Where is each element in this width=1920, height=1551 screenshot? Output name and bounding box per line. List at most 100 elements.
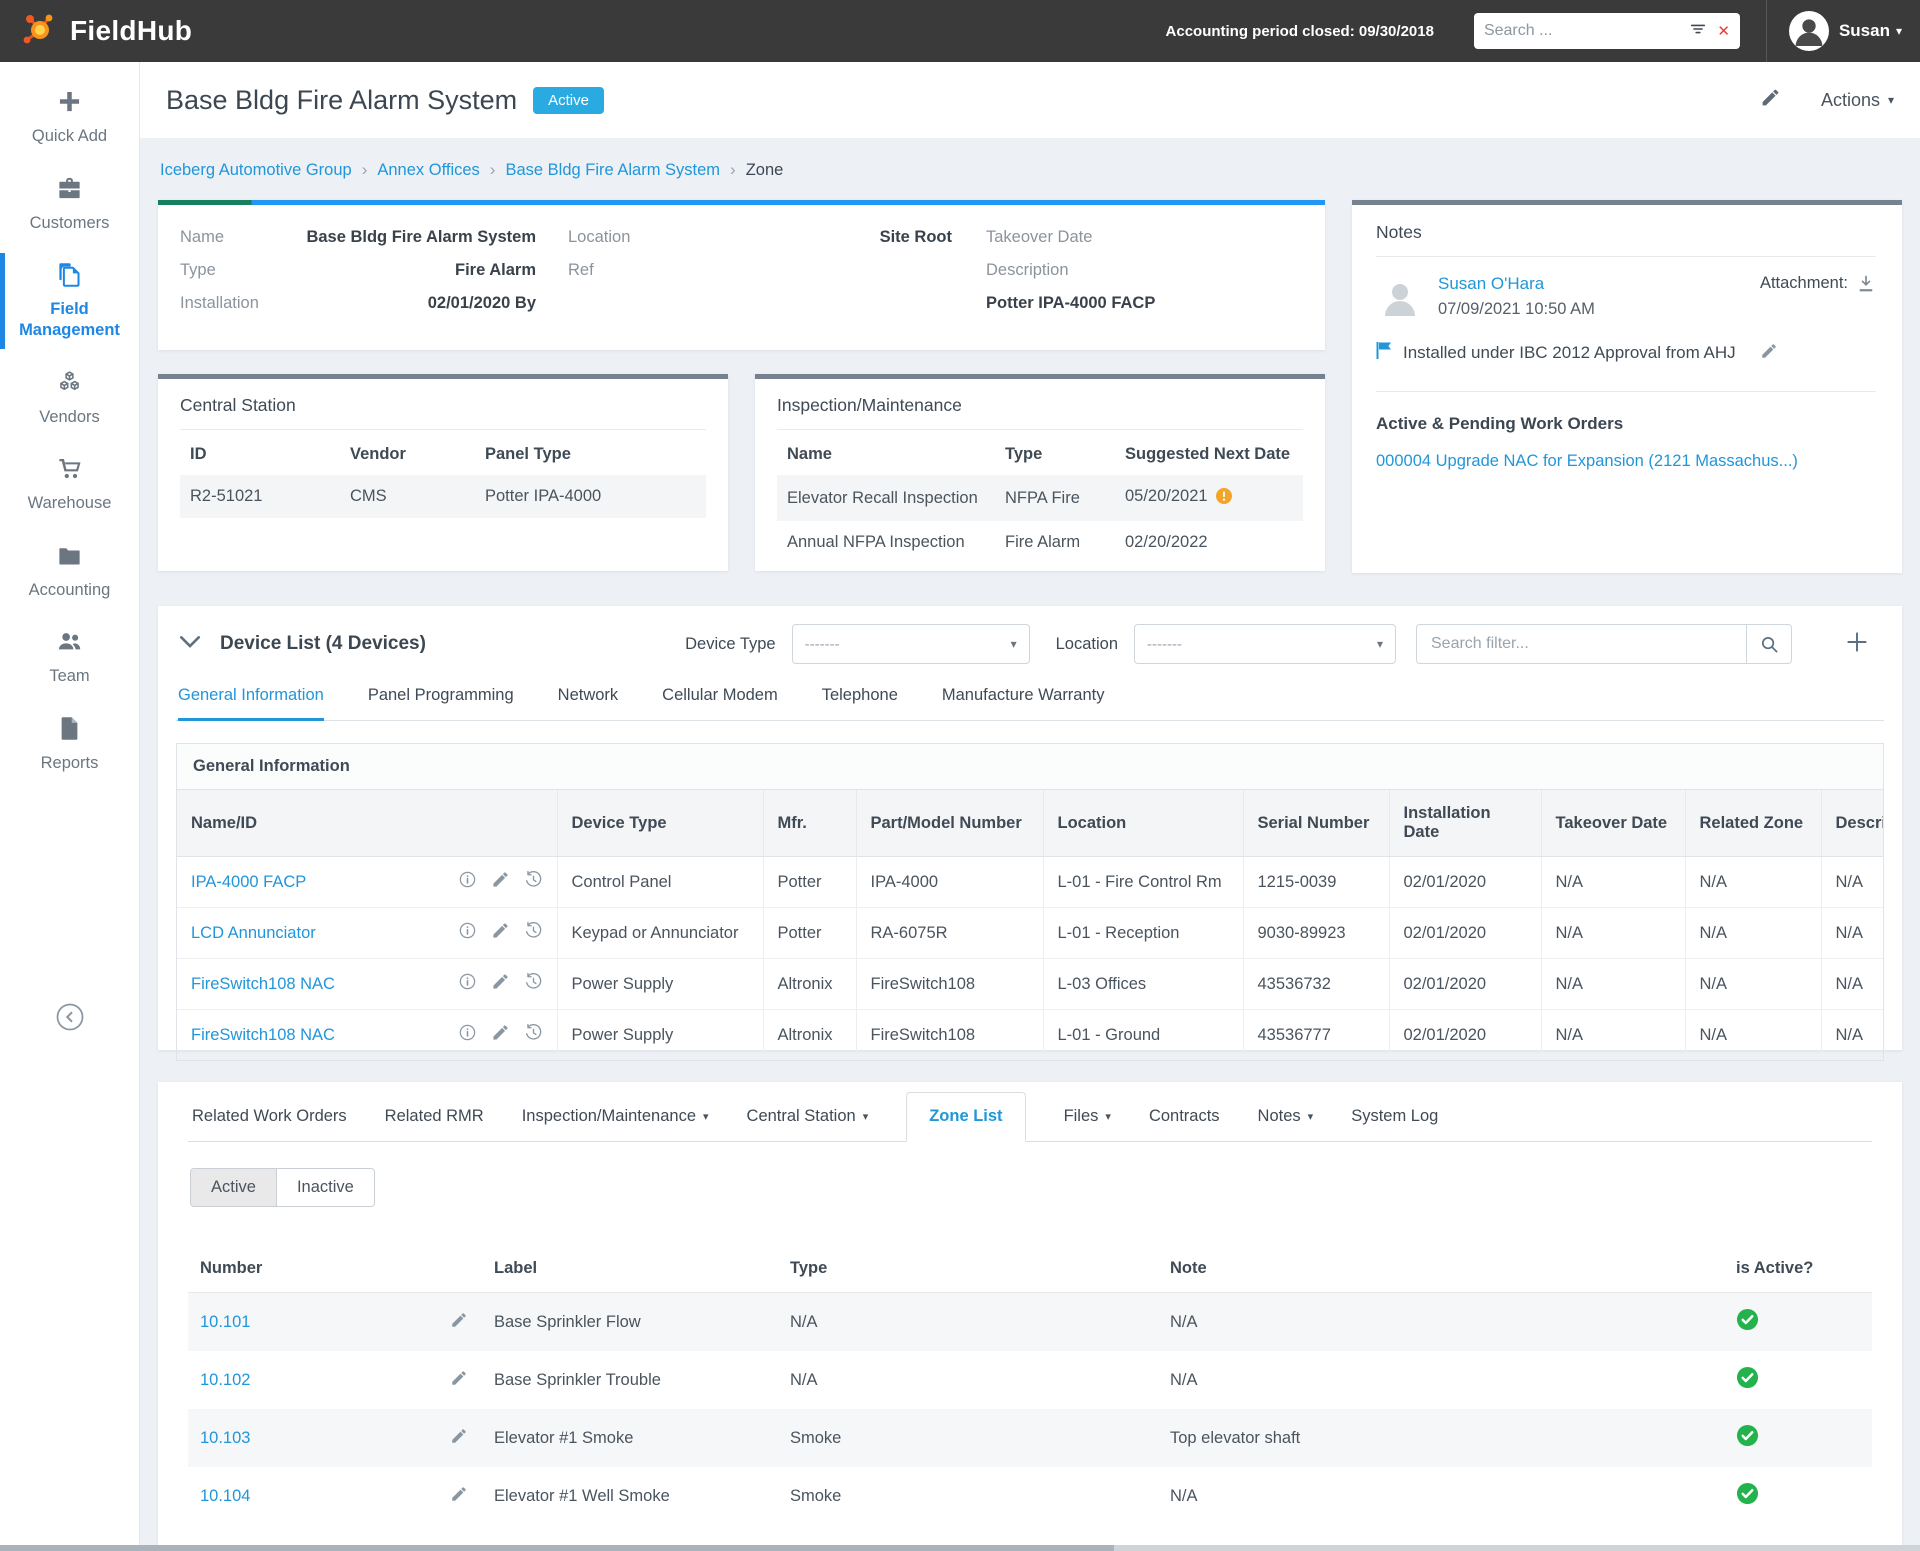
work-order-link[interactable]: 000004 Upgrade NAC for Expansion (2121 M…	[1376, 452, 1876, 471]
tab-manufacture-warranty[interactable]: Manufacture Warranty	[942, 686, 1105, 720]
table-row[interactable]: Elevator Recall Inspection NFPA Fire 05/…	[777, 475, 1303, 521]
history-icon[interactable]	[524, 870, 543, 894]
device-link[interactable]: FireSwitch108 NAC	[191, 1026, 335, 1045]
info-icon[interactable]	[458, 921, 477, 945]
caret-down-icon: ▾	[1887, 93, 1894, 107]
sidebar-item-vendors[interactable]: Vendors	[0, 369, 139, 428]
device-list-title: Device List (4 Devices)	[220, 633, 426, 654]
info-icon[interactable]	[458, 870, 477, 894]
field-value-installation: 02/01/2020 By	[427, 294, 536, 312]
tab-related-work-orders[interactable]: Related Work Orders	[192, 1093, 347, 1141]
device-row: IPA-4000 FACP Control Panel Potter IPA-4…	[177, 856, 1883, 908]
sidebar-item-warehouse[interactable]: Warehouse	[0, 455, 139, 514]
zone-number-link[interactable]: 10.102	[200, 1371, 250, 1389]
search-filter-icon[interactable]	[1689, 20, 1707, 43]
column-header: Mfr.	[763, 790, 857, 857]
breadcrumb-link-system[interactable]: Base Bldg Fire Alarm System	[505, 161, 720, 180]
fieldhub-logo-icon	[18, 7, 62, 56]
info-icon[interactable]	[458, 1023, 477, 1047]
tab-telephone[interactable]: Telephone	[822, 686, 898, 720]
toggle-active-button[interactable]: Active	[191, 1169, 277, 1206]
active-check-icon	[1736, 1482, 1759, 1509]
info-icon[interactable]	[458, 972, 477, 996]
user-name[interactable]: Susan	[1839, 21, 1890, 41]
topbar-divider	[1765, 0, 1767, 62]
device-search-input[interactable]	[1416, 624, 1746, 664]
tab-contracts[interactable]: Contracts	[1149, 1093, 1220, 1141]
sidebar-collapse-button[interactable]	[55, 1002, 85, 1037]
breadcrumb-link-customer[interactable]: Iceberg Automotive Group	[160, 161, 352, 180]
scrollbar-thumb[interactable]	[0, 1545, 1114, 1551]
collapse-chevron-down-icon[interactable]	[176, 628, 204, 661]
table-row[interactable]: Annual NFPA Inspection Fire Alarm 02/20/…	[777, 521, 1303, 564]
device-link[interactable]: FireSwitch108 NAC	[191, 975, 335, 994]
tab-files[interactable]: Files ▾	[1064, 1093, 1111, 1141]
edit-zone-pencil-icon[interactable]	[450, 1428, 468, 1449]
user-avatar[interactable]	[1788, 11, 1829, 51]
add-device-plus-icon[interactable]	[1844, 629, 1870, 660]
horizontal-scrollbar[interactable]	[0, 1545, 1920, 1551]
caret-down-icon: ▾	[862, 1111, 869, 1123]
tab-network[interactable]: Network	[558, 686, 619, 720]
device-link[interactable]: LCD Annunciator	[191, 924, 316, 943]
tab-central-station[interactable]: Central Station ▾	[747, 1093, 869, 1141]
note-author-link[interactable]: Susan O'Hara	[1438, 274, 1544, 293]
tab-inspection-maintenance[interactable]: Inspection/Maintenance ▾	[522, 1093, 709, 1141]
tab-notes[interactable]: Notes ▾	[1258, 1093, 1314, 1141]
sidebar-item-accounting[interactable]: Accounting	[0, 542, 139, 601]
global-search-input[interactable]	[1483, 22, 1690, 40]
device-type-select[interactable]: ------- ▾	[791, 624, 1030, 664]
download-icon[interactable]	[1856, 274, 1876, 299]
brand-logo[interactable]: FieldHub	[18, 7, 192, 56]
tab-cellular-modem[interactable]: Cellular Modem	[662, 686, 778, 720]
user-menu-caret-icon[interactable]: ▾	[1896, 24, 1902, 38]
tab-zone-list[interactable]: Zone List	[906, 1092, 1026, 1142]
central-station-title: Central Station	[180, 395, 296, 415]
tab-related-rmr[interactable]: Related RMR	[385, 1093, 484, 1141]
edit-pencil-icon[interactable]	[491, 921, 510, 945]
history-icon[interactable]	[524, 972, 543, 996]
table-row[interactable]: R2-51021 CMS Potter IPA-4000	[180, 475, 706, 518]
note-timestamp: 07/09/2021 10:50 AM	[1438, 300, 1595, 318]
tab-system-log[interactable]: System Log	[1351, 1093, 1438, 1141]
inspection-table: Name Type Suggested Next Date Elevator R…	[777, 432, 1303, 564]
history-icon[interactable]	[524, 1023, 543, 1047]
zone-number-link[interactable]: 10.104	[200, 1487, 250, 1505]
location-select[interactable]: ------- ▾	[1134, 624, 1396, 664]
edit-zone-pencil-icon[interactable]	[450, 1486, 468, 1507]
page-title: Base Bldg Fire Alarm System	[166, 84, 518, 115]
breadcrumb-link-site[interactable]: Annex Offices	[377, 161, 479, 180]
users-icon	[56, 633, 83, 659]
sidebar-item-quick-add[interactable]: Quick Add	[0, 88, 139, 147]
history-icon[interactable]	[524, 921, 543, 945]
edit-zone-pencil-icon[interactable]	[450, 1312, 468, 1333]
column-header: Takeover Date	[1541, 790, 1686, 857]
field-label-description: Description	[986, 261, 1069, 279]
column-header: ID	[190, 445, 207, 463]
tab-panel-programming[interactable]: Panel Programming	[368, 686, 514, 720]
app-root: FieldHub Accounting period closed: 09/30…	[0, 0, 1920, 1551]
edit-pencil-icon[interactable]	[491, 972, 510, 996]
device-link[interactable]: IPA-4000 FACP	[191, 873, 306, 892]
zone-number-link[interactable]: 10.103	[200, 1429, 250, 1447]
edit-pencil-icon[interactable]	[491, 870, 510, 894]
device-search-button[interactable]	[1746, 624, 1792, 664]
tab-general-information[interactable]: General Information	[178, 686, 324, 721]
edit-note-pencil-icon[interactable]	[1760, 342, 1778, 365]
sidebar-item-team[interactable]: Team	[0, 628, 139, 687]
sidebar-item-customers[interactable]: Customers	[0, 175, 139, 234]
zone-number-link[interactable]: 10.101	[200, 1313, 250, 1331]
folder-icon	[56, 547, 83, 573]
sidebar-item-reports[interactable]: Reports	[0, 715, 139, 774]
search-clear-icon[interactable]: ✕	[1717, 22, 1730, 40]
active-check-icon	[1736, 1366, 1759, 1393]
actions-button[interactable]: Actions ▾	[1821, 90, 1894, 111]
global-search: ✕	[1473, 13, 1740, 49]
sidebar-item-field-management[interactable]: Field Management	[0, 253, 139, 349]
edit-page-pencil-icon[interactable]	[1760, 87, 1781, 113]
edit-pencil-icon[interactable]	[491, 1023, 510, 1047]
edit-zone-pencil-icon[interactable]	[450, 1370, 468, 1391]
note-author-avatar	[1376, 274, 1424, 327]
section-title: General Information	[177, 744, 1883, 790]
toggle-inactive-button[interactable]: Inactive	[276, 1169, 374, 1206]
